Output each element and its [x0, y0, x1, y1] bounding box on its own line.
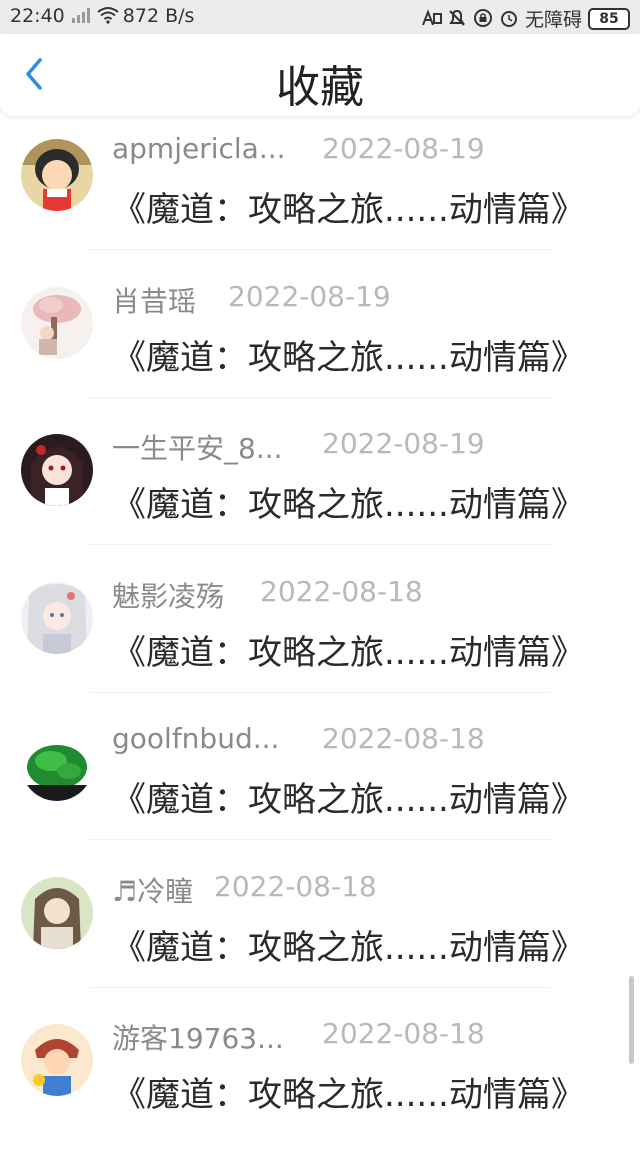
header-bar: 收藏 [0, 34, 640, 116]
accessibility-mode-icon [421, 8, 442, 29]
list-item[interactable]: goolfnbud... 2022-08-18 《魔道：攻略之旅......动情… [0, 708, 640, 856]
avatar[interactable] [21, 286, 93, 359]
favorite-date: 2022-08-19 [322, 132, 485, 165]
avatar[interactable] [21, 1024, 93, 1096]
wifi-icon [97, 6, 119, 26]
alarm-clock-icon [499, 9, 519, 29]
favorite-title[interactable]: 《魔道：攻略之旅......动情篇》 [112, 772, 585, 821]
avatar[interactable] [21, 434, 93, 506]
scrollbar[interactable] [629, 976, 634, 1064]
list-item[interactable]: 游客19763... 2022-08-18 《魔道：攻略之旅......动情篇》 [0, 1003, 640, 1151]
signal-icon [71, 6, 91, 26]
favorite-date: 2022-08-19 [322, 427, 485, 460]
list-item[interactable]: ♬冷瞳 2022-08-18 《魔道：攻略之旅......动情篇》 [0, 856, 640, 1004]
list-item[interactable]: 一生平安_8... 2022-08-19 《魔道：攻略之旅......动情篇》 [0, 413, 640, 561]
divider [90, 249, 550, 250]
status-time: 22:40 [10, 5, 65, 27]
list-item[interactable]: apmjericla... 2022-08-19 《魔道：攻略之旅......动… [0, 118, 640, 266]
favorite-date: 2022-08-19 [228, 279, 391, 313]
user-name: 一生平安_8... [112, 432, 283, 465]
divider [90, 839, 550, 840]
avatar[interactable] [21, 139, 93, 211]
favorite-date: 2022-08-18 [322, 1017, 485, 1050]
favorite-title[interactable]: 《魔道：攻略之旅......动情篇》 [112, 330, 585, 379]
favorite-title[interactable]: 《魔道：攻略之旅......动情篇》 [112, 920, 585, 969]
accessibility-label: 无障碍 [524, 9, 582, 31]
favorite-date: 2022-08-18 [214, 869, 377, 903]
favorite-date: 2022-08-18 [322, 722, 485, 755]
mute-bell-icon [447, 9, 467, 29]
divider [90, 544, 550, 545]
favorites-list: apmjericla... 2022-08-19 《魔道：攻略之旅......动… [0, 118, 640, 1151]
network-speed: 872 B/s [122, 5, 195, 27]
divider [90, 396, 550, 398]
user-name: 游客19763... [112, 1022, 284, 1055]
user-name: apmjericla... [112, 132, 286, 165]
favorite-title[interactable]: 《魔道：攻略之旅......动情篇》 [112, 625, 585, 674]
avatar[interactable] [21, 581, 93, 654]
avatar[interactable] [21, 876, 93, 949]
lock-icon [473, 8, 493, 29]
favorite-title[interactable]: 《魔道：攻略之旅......动情篇》 [112, 477, 585, 526]
favorite-date: 2022-08-18 [260, 574, 423, 608]
user-name: 魅影凌殇 [112, 579, 225, 613]
divider [90, 691, 550, 693]
favorite-title[interactable]: 《魔道：攻略之旅......动情篇》 [112, 182, 585, 231]
list-item[interactable]: 肖昔瑶 2022-08-19 《魔道：攻略之旅......动情篇》 [0, 266, 640, 414]
favorite-title[interactable]: 《魔道：攻略之旅......动情篇》 [112, 1067, 585, 1116]
user-name: goolfnbud... [112, 722, 280, 755]
status-bar: 22:40 872 B/s 无障碍 85 [0, 0, 640, 34]
page-title: 收藏 [276, 62, 364, 113]
list-item[interactable]: 魅影凌殇 2022-08-18 《魔道：攻略之旅......动情篇》 [0, 561, 640, 709]
user-name: ♬冷瞳 [112, 874, 194, 908]
battery-indicator: 85 [588, 7, 630, 30]
user-name: 肖昔瑶 [112, 284, 197, 318]
avatar[interactable] [21, 729, 93, 801]
divider [90, 986, 550, 988]
